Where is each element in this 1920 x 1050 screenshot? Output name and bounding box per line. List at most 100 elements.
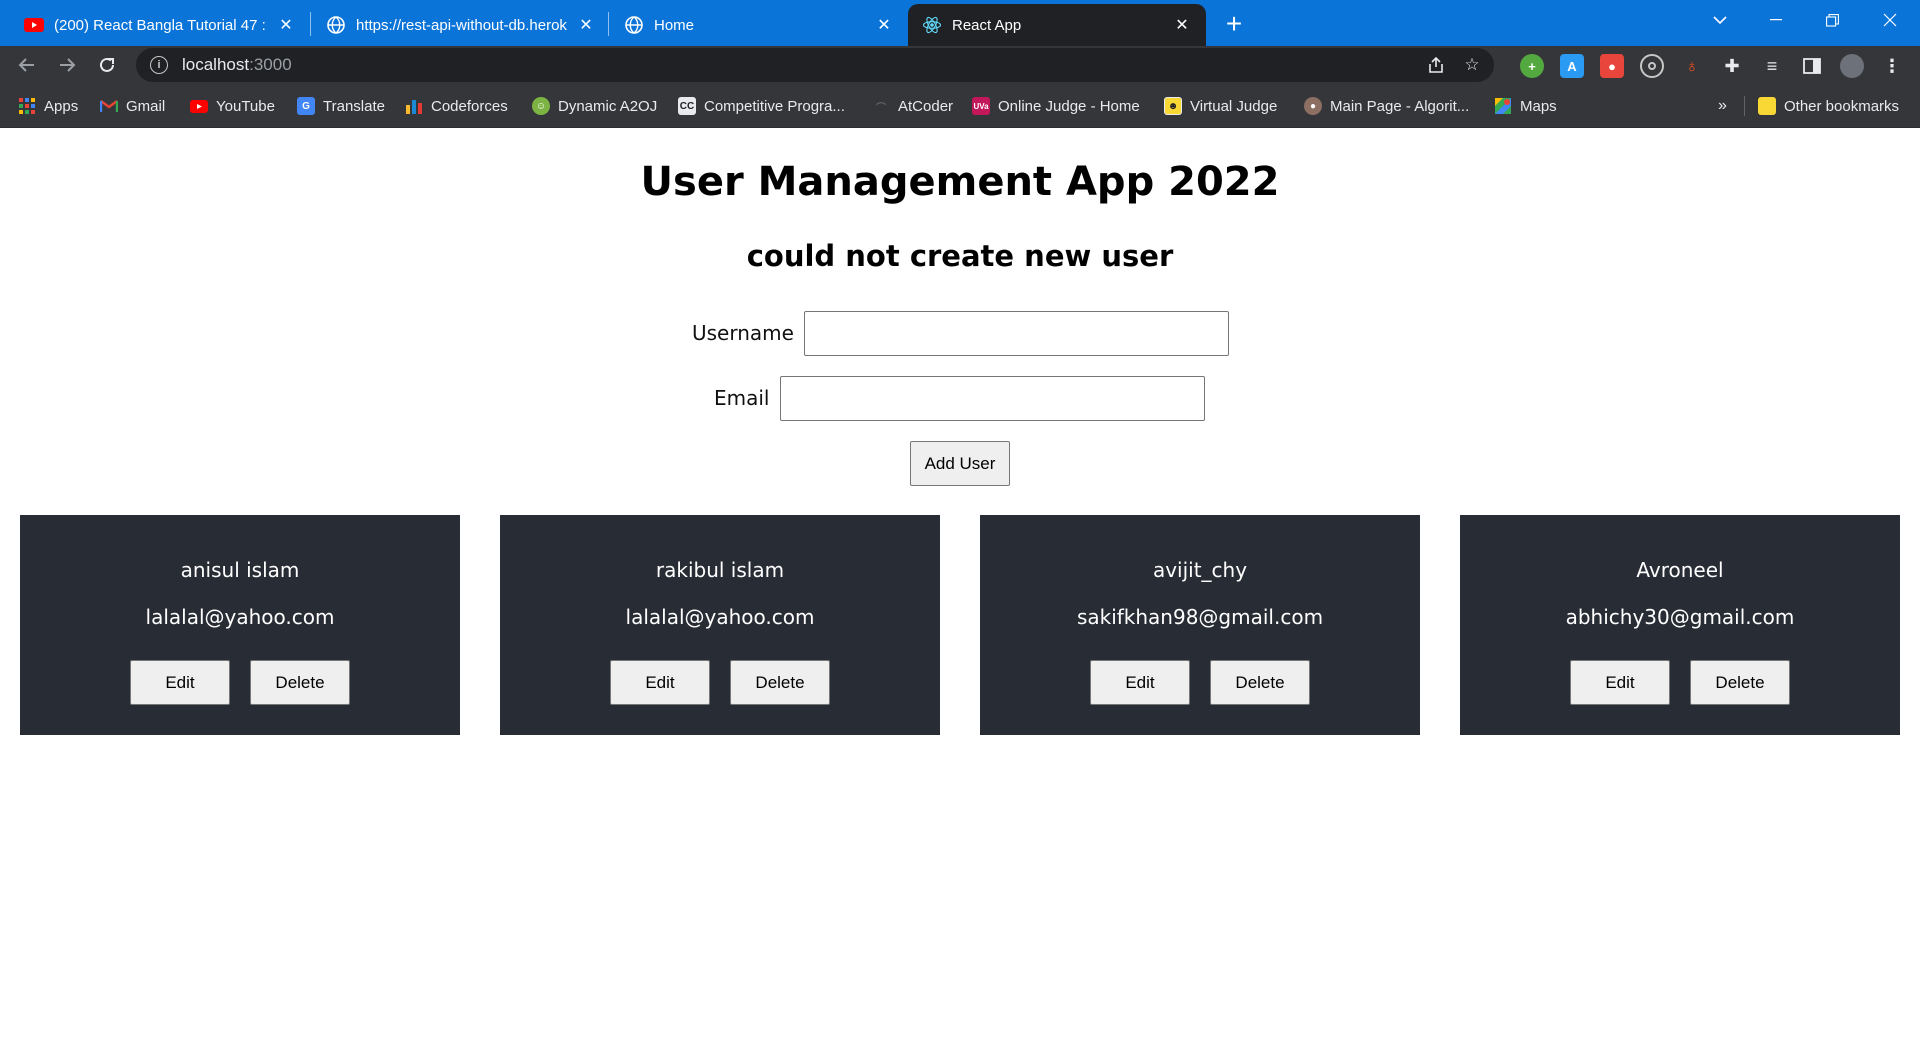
extension-target-icon[interactable] — [1640, 54, 1664, 78]
algorithmist-icon: ● — [1304, 97, 1322, 115]
bookmark-label: Translate — [323, 97, 385, 115]
bookmark-label: Apps — [44, 97, 79, 115]
tab-search-icon[interactable] — [1692, 0, 1748, 40]
username-row: Username — [692, 310, 1229, 356]
menu-icon[interactable]: ⋮ — [1880, 54, 1904, 78]
tab-home[interactable]: Home ✕ — [610, 4, 908, 46]
email-input[interactable] — [779, 375, 1205, 421]
forward-icon[interactable] — [52, 50, 82, 80]
user-name: anisul islam — [180, 558, 300, 582]
codeforces-icon — [405, 97, 423, 115]
tab-rest-api[interactable]: https://rest-api-without-db.herok ✕ — [312, 4, 610, 46]
username-input[interactable] — [803, 310, 1229, 356]
url-host: localhost — [182, 55, 250, 74]
delete-button[interactable]: Delete — [250, 660, 350, 705]
back-icon[interactable] — [12, 50, 42, 80]
bookmark-a2oj[interactable]: ☺ Dynamic A2OJ — [532, 94, 657, 118]
restore-icon[interactable] — [1804, 0, 1860, 40]
edit-button[interactable]: Edit — [1090, 660, 1190, 705]
minimize-icon[interactable] — [1748, 0, 1804, 40]
bookmark-label: Online Judge - Home — [998, 97, 1140, 115]
status-message: could not create new user — [746, 239, 1174, 273]
share-icon[interactable] — [1424, 53, 1448, 77]
maps-icon — [1494, 97, 1512, 115]
delete-button[interactable]: Delete — [730, 660, 830, 705]
user-email: abhichy30@gmail.com — [1565, 605, 1795, 629]
a2oj-icon: ☺ — [532, 97, 550, 115]
close-window-icon[interactable] — [1862, 0, 1918, 40]
close-icon[interactable]: ✕ — [1172, 15, 1192, 35]
react-icon — [922, 15, 942, 35]
site-info-icon[interactable]: i — [150, 56, 168, 74]
bookmark-label: Codeforces — [431, 97, 508, 115]
page-title: User Management App 2022 — [640, 159, 1280, 205]
edit-button[interactable]: Edit — [1570, 660, 1670, 705]
bookmark-apps[interactable]: Apps — [18, 94, 78, 118]
bookmark-codeforces[interactable]: Codeforces — [405, 94, 508, 118]
reading-list-icon[interactable]: ≡ — [1760, 54, 1784, 78]
user-card: anisul islam lalalal@yahoo.com Edit Dele… — [20, 515, 460, 735]
add-user-button[interactable]: Add User — [910, 441, 1010, 486]
extension-orange-icon[interactable]: ♁ — [1680, 54, 1704, 78]
bookmark-translate[interactable]: G Translate — [297, 94, 385, 118]
url-text[interactable]: localhost:3000 — [182, 55, 292, 75]
user-card: rakibul islam lalalal@yahoo.com Edit Del… — [500, 515, 940, 735]
bookmark-youtube[interactable]: YouTube — [190, 94, 275, 118]
tab-title: https://rest-api-without-db.herok — [356, 16, 567, 34]
page-content: User Management App 2022 could not creat… — [0, 129, 1920, 1050]
tab-separator — [310, 12, 311, 36]
profile-avatar[interactable] — [1840, 54, 1864, 78]
tab-strip: (200) React Bangla Tutorial 47 : h ✕ htt… — [0, 0, 1920, 46]
bookmark-other-bookmarks[interactable]: Other bookmarks — [1758, 94, 1899, 118]
user-card: avijit_chy sakifkhan98@gmail.com Edit De… — [980, 515, 1420, 735]
tab-title: React App — [952, 16, 1022, 34]
globe-icon — [624, 15, 644, 35]
tab-title: Home — [654, 16, 695, 34]
extensions-puzzle-icon[interactable]: ✚ — [1720, 54, 1744, 78]
extension-green-icon[interactable]: + — [1520, 54, 1544, 78]
bookmark-atcoder[interactable]: ⌒ AtCoder — [872, 94, 953, 118]
apps-grid-icon — [18, 97, 36, 115]
email-label: Email — [714, 386, 770, 410]
extension-red-icon[interactable]: ● — [1600, 54, 1624, 78]
new-tab-button[interactable]: + — [1218, 8, 1250, 40]
bookmarks-divider — [1744, 96, 1745, 116]
user-card: Avroneel abhichy30@gmail.com Edit Delete — [1460, 515, 1900, 735]
tab-youtube[interactable]: (200) React Bangla Tutorial 47 : h ✕ — [10, 4, 310, 46]
translate-icon: G — [297, 97, 315, 115]
close-icon[interactable]: ✕ — [576, 15, 596, 35]
bookmarks-overflow-button[interactable]: » — [1718, 94, 1727, 118]
bookmark-virtual-judge[interactable]: ☻ Virtual Judge — [1164, 94, 1277, 118]
bookmark-algorithmist[interactable]: ● Main Page - Algorit... — [1304, 94, 1469, 118]
bookmark-gmail[interactable]: Gmail — [100, 94, 165, 118]
bookmark-online-judge[interactable]: UVa Online Judge - Home — [972, 94, 1140, 118]
bookmark-star-icon[interactable]: ☆ — [1460, 53, 1484, 77]
bookmark-label: Dynamic A2OJ — [558, 97, 658, 115]
close-icon[interactable]: ✕ — [276, 15, 296, 35]
delete-button[interactable]: Delete — [1690, 660, 1790, 705]
bookmark-maps[interactable]: Maps — [1494, 94, 1557, 118]
extension-appstore-icon[interactable]: A — [1560, 54, 1584, 78]
bookmark-competitive-programming[interactable]: CC Competitive Progra... — [678, 94, 845, 118]
close-icon[interactable]: ✕ — [874, 15, 894, 35]
side-panel-icon[interactable] — [1800, 54, 1824, 78]
edit-button[interactable]: Edit — [130, 660, 230, 705]
user-name: avijit_chy — [1152, 558, 1248, 582]
youtube-icon — [190, 97, 208, 115]
edit-button[interactable]: Edit — [610, 660, 710, 705]
delete-button[interactable]: Delete — [1210, 660, 1310, 705]
folder-icon — [1758, 97, 1776, 115]
atcoder-icon: ⌒ — [876, 102, 886, 114]
tab-react-app[interactable]: React App ✕ — [908, 4, 1206, 46]
tab-title: (200) React Bangla Tutorial 47 : h — [54, 16, 270, 34]
address-bar[interactable]: i localhost:3000 ☆ — [136, 48, 1494, 82]
bookmark-label: Maps — [1520, 97, 1557, 115]
cc-icon: CC — [678, 97, 696, 115]
user-name: Avroneel — [1636, 558, 1724, 582]
user-email: sakifkhan98@gmail.com — [1076, 605, 1324, 629]
vjudge-icon: ☻ — [1164, 97, 1182, 115]
email-row: Email — [714, 375, 1205, 421]
reload-icon[interactable] — [92, 50, 122, 80]
uva-icon: UVa — [972, 97, 990, 115]
browser-toolbar: i localhost:3000 ☆ + A ● ♁ ✚ ≡ ⋮ — [0, 46, 1920, 84]
